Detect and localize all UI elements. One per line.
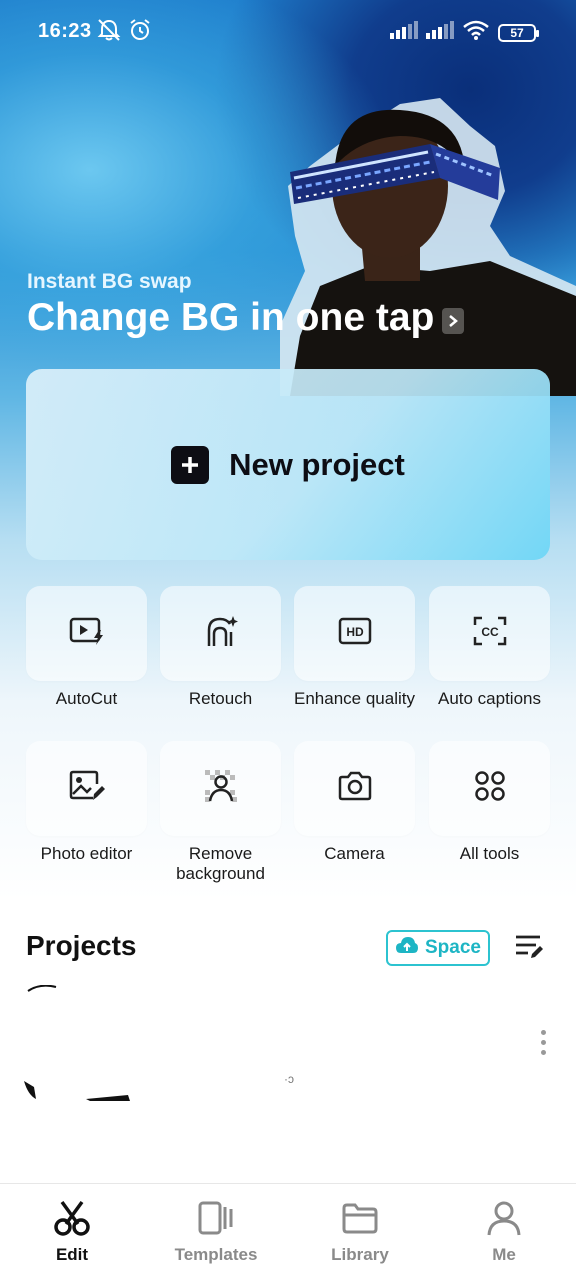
projects-title: Projects [26, 930, 137, 961]
banner-title: Change BG in one tap [27, 296, 435, 339]
photo-editor-icon [69, 770, 105, 807]
tool-label: All tools [459, 844, 520, 863]
tool-label: AutoCut [55, 689, 118, 708]
tool-auto-captions[interactable]: CC Auto captions [429, 586, 550, 709]
tool-tile[interactable] [160, 741, 281, 836]
tool-tile[interactable]: HD [294, 586, 415, 681]
battery-icon: 57 [498, 24, 539, 42]
tool-tile[interactable]: CC [429, 586, 550, 681]
svg-text:HD: HD [346, 625, 364, 639]
grid-icon [474, 770, 506, 807]
tool-enhance-quality[interactable]: HD Enhance quality [294, 586, 415, 709]
tool-label: Retouch [188, 689, 253, 708]
wifi-icon [462, 20, 490, 46]
tool-tile[interactable] [294, 741, 415, 836]
hd-icon: HD [338, 617, 372, 650]
notifications-muted-icon [96, 18, 122, 48]
nav-label: Templates [174, 1245, 258, 1264]
svg-text:·ↄ: ·ↄ [284, 1072, 294, 1086]
tool-retouch[interactable]: Retouch [160, 586, 281, 709]
nav-label: Library [331, 1245, 389, 1264]
tool-remove-background[interactable]: Remove background [160, 741, 281, 884]
signal-icon [390, 21, 418, 45]
tool-label: Auto captions [437, 689, 541, 708]
tool-photo-editor[interactable]: Photo editor [26, 741, 147, 864]
templates-icon [156, 1200, 276, 1241]
nav-label: Me [492, 1245, 516, 1264]
tool-tile[interactable] [26, 741, 147, 836]
project-thumbnail: ·ↄ [24, 984, 294, 1101]
nav-edit[interactable]: Edit [12, 1200, 132, 1265]
nav-templates[interactable]: Templates [156, 1200, 276, 1265]
nav-library[interactable]: Library [300, 1200, 420, 1265]
new-project-button[interactable]: New project [26, 369, 550, 560]
tool-autocut[interactable]: AutoCut [26, 586, 147, 709]
space-button[interactable]: Space [386, 930, 490, 966]
nav-me[interactable]: Me [444, 1200, 564, 1265]
chevron-right-icon[interactable] [442, 308, 465, 334]
tool-tile[interactable] [160, 586, 281, 681]
tool-all-tools[interactable]: All tools [429, 741, 550, 864]
person-icon [444, 1200, 564, 1241]
tool-label: Enhance quality [294, 689, 415, 708]
more-options-icon[interactable] [541, 1030, 546, 1055]
banner-figure-image [280, 96, 576, 396]
tool-tile[interactable] [26, 586, 147, 681]
alarm-icon [128, 18, 152, 48]
status-bar: 16:23 57 [0, 0, 576, 64]
autocut-icon [69, 616, 105, 651]
cloud-icon [395, 936, 419, 960]
svg-text:CC: CC [481, 625, 499, 639]
retouch-icon [203, 614, 239, 653]
space-label: Space [425, 937, 481, 958]
projects-header: Projects Space [26, 928, 550, 968]
tool-tile[interactable] [429, 741, 550, 836]
tool-label: Camera [324, 844, 385, 863]
signal-icon-2 [426, 21, 454, 45]
status-time: 16:23 [38, 20, 92, 42]
banner-subtitle: Instant BG swap [27, 270, 192, 293]
camera-icon [338, 771, 372, 806]
bottom-nav: Edit Templates Library Me [0, 1183, 576, 1280]
captions-icon: CC [473, 616, 507, 651]
project-item[interactable]: ·ↄ [20, 984, 556, 1105]
nav-label: Edit [55, 1245, 89, 1264]
banner-title-link[interactable]: Change BG in one tap [27, 296, 465, 340]
remove-bg-icon [204, 770, 237, 807]
scissors-icon [12, 1200, 132, 1241]
edit-list-icon[interactable] [514, 934, 544, 965]
new-project-label: New project [229, 446, 405, 482]
tool-label: Photo editor [40, 844, 133, 863]
plus-icon [171, 445, 210, 484]
folder-icon [300, 1200, 420, 1241]
tool-camera[interactable]: Camera [294, 741, 415, 864]
tool-label: Remove background [176, 844, 265, 883]
